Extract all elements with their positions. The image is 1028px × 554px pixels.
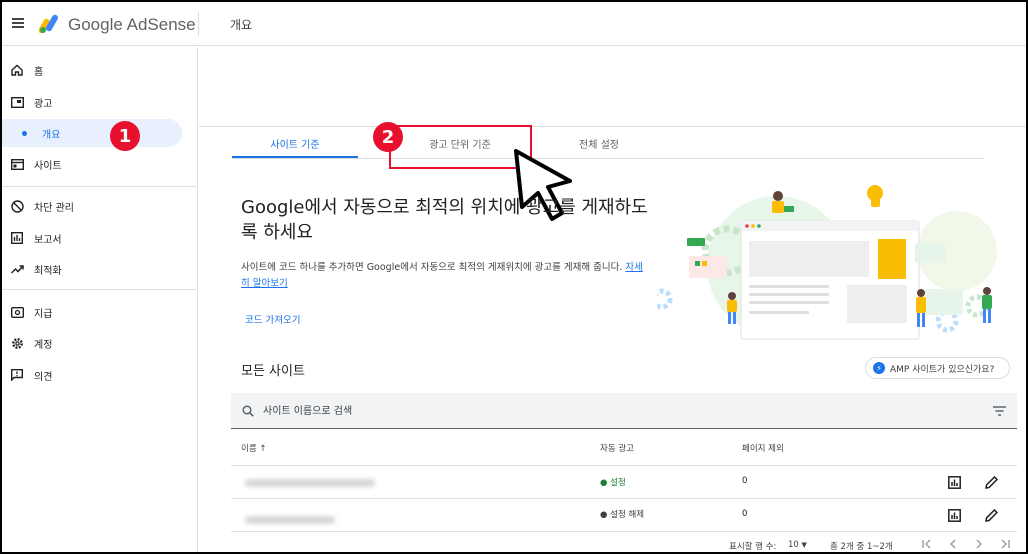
report-icon[interactable] (948, 509, 961, 522)
ads-icon (10, 95, 24, 109)
annotation-badge-2: 2 (373, 122, 403, 152)
sidebar-item-label: 차단 관리 (34, 202, 74, 214)
sidebar-item-label: 개요 (42, 129, 61, 141)
auto-ads-status: ● 설정 (600, 478, 626, 488)
block-icon (10, 199, 24, 213)
next-page-icon[interactable] (973, 538, 985, 550)
hero-headline: Google에서 자동으로 최적의 위치에 광고를 게재하도록 하세요 (241, 197, 648, 243)
sidebar-divider (2, 289, 198, 290)
menu-icon[interactable] (12, 18, 24, 28)
edit-pencil-icon[interactable] (985, 509, 998, 522)
sidebar-item-ads[interactable]: 광고 (2, 88, 198, 116)
adsense-logo-icon (39, 14, 58, 34)
sidebar-item-reports[interactable]: 보고서 (2, 224, 198, 252)
dropdown-arrow-icon: ▼ (801, 541, 807, 549)
last-page-icon[interactable] (999, 538, 1011, 550)
top-app-bar: Google AdSense 개요 (2, 2, 1026, 46)
previous-page-icon[interactable] (947, 538, 959, 550)
site-name-redacted[interactable] (245, 516, 335, 524)
hero-description: 사이트에 코드 하나를 추가하면 Google에서 자동으로 최적의 게재위치에… (241, 260, 651, 292)
home-icon (10, 63, 24, 77)
sidebar-divider (2, 186, 198, 187)
sidebar-item-label: 최적화 (34, 265, 62, 277)
hero-description-text: 사이트에 코드 하나를 추가하면 Google에서 자동으로 최적의 게재위치에… (241, 262, 623, 273)
column-header-name[interactable]: 이름 ↑ (241, 442, 266, 454)
sidebar-item-feedback[interactable]: 의견 (2, 361, 198, 389)
get-code-button[interactable]: 코드 가져오기 (245, 312, 300, 326)
amp-sites-chip[interactable]: ⚡ AMP 사이트가 있으신가요? (865, 357, 1010, 379)
app-name: Google AdSense (68, 15, 196, 34)
sidebar-item-block-management[interactable]: 차단 관리 (2, 192, 198, 220)
report-icon[interactable] (948, 476, 961, 489)
rows-per-page-label: 표시할 행 수: (729, 542, 777, 552)
sidebar-item-label: 지급 (34, 308, 53, 320)
pagination-range: 총 2개 중 1~2개 (830, 542, 893, 552)
amp-chip-label: AMP 사이트가 있으신가요? (890, 364, 995, 375)
gear-icon (10, 336, 24, 350)
active-tab-indicator (232, 156, 358, 158)
sidebar-item-payments[interactable]: 지급 (2, 298, 198, 326)
payments-icon (10, 305, 24, 319)
site-name-redacted[interactable] (245, 479, 375, 487)
search-icon (242, 405, 254, 417)
column-header-excluded-pages: 페이지 제외 (742, 444, 784, 454)
auto-ads-illustration (657, 185, 997, 340)
sidebar-item-label: 사이트 (34, 160, 62, 172)
excluded-pages-count: 0 (742, 476, 748, 486)
filter-icon[interactable] (993, 406, 1006, 416)
column-header-auto-ads: 자동 광고 (600, 444, 634, 454)
header-divider (198, 12, 199, 36)
active-dot (22, 130, 27, 136)
sites-icon (10, 157, 24, 171)
site-search-bar (231, 393, 1017, 429)
reports-icon (10, 231, 24, 245)
sidebar-item-label: 홈 (34, 66, 44, 78)
table-header-divider (231, 465, 1017, 466)
row-divider (231, 531, 1017, 532)
first-page-icon[interactable] (921, 538, 933, 550)
annotation-highlight-box (389, 125, 532, 169)
main-content: 사이트 기준 광고 단위 기준 전체 설정 2 Google에서 자동으로 최적… (199, 47, 1026, 552)
sidebar: 홈 광고 개요 사이트 차단 관리 보고서 최적화 지급 계정 의견 (2, 47, 198, 552)
auto-ads-status: ● 설정 해제 (600, 510, 645, 520)
rows-per-page-select[interactable]: 10 ▼ (788, 540, 807, 550)
edit-pencil-icon[interactable] (985, 476, 998, 489)
tabs-baseline (232, 158, 984, 159)
lightning-icon: ⚡ (873, 362, 885, 374)
sidebar-item-label: 광고 (34, 98, 53, 110)
rows-per-page-value: 10 (788, 540, 799, 550)
sidebar-item-label: 계정 (34, 339, 53, 351)
row-divider (231, 498, 1017, 499)
excluded-pages-count: 0 (742, 509, 748, 519)
sidebar-item-sites[interactable]: 사이트 (2, 150, 198, 178)
screenshot-frame: Google AdSense 개요 홈 광고 개요 사이트 차단 관리 보고서 … (0, 0, 1028, 554)
annotation-badge-1: 1 (110, 121, 140, 151)
page-title: 개요 (230, 18, 253, 32)
sidebar-item-account[interactable]: 계정 (2, 329, 198, 357)
feedback-icon (10, 368, 24, 382)
all-sites-title: 모든 사이트 (241, 364, 305, 379)
sidebar-item-label: 보고서 (34, 234, 62, 246)
sidebar-item-label: 의견 (34, 371, 53, 383)
sidebar-item-overview[interactable]: 개요 (2, 119, 182, 147)
search-input[interactable] (263, 402, 663, 420)
trending-up-icon (10, 262, 24, 276)
sidebar-item-optimization[interactable]: 최적화 (2, 255, 198, 283)
sidebar-item-home[interactable]: 홈 (2, 56, 198, 84)
tab-by-site[interactable]: 사이트 기준 (232, 127, 358, 159)
